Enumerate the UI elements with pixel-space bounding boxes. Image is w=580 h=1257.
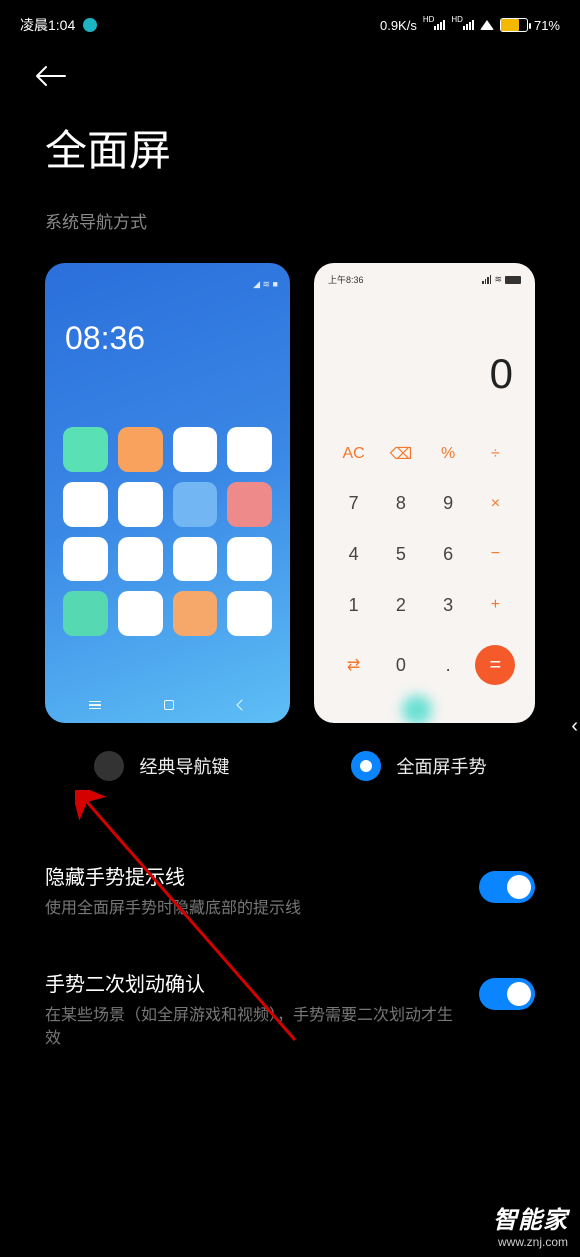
setting-confirm-title: 手势二次划动确认 (45, 968, 459, 997)
app-icon (227, 591, 272, 636)
calc-plus: + (472, 587, 519, 624)
watermark: 智能家 www.znj.com (493, 1200, 568, 1249)
toggle-hide-gesture-line[interactable] (479, 871, 535, 903)
calc-keypad: AC ⌫ % ÷ 7 8 9 × 4 5 6 − 1 2 3 + ⇄ 0 . = (314, 428, 535, 723)
settings-list: 隐藏手势提示线 使用全面屏手势时隐藏底部的提示线 手势二次划动确认 在某些场景（… (0, 821, 580, 1050)
back-arrow-icon (35, 65, 67, 87)
nav-options: 经典导航键 全面屏手势 (0, 723, 580, 821)
calc-divide: ÷ (472, 436, 519, 472)
calc-5: 5 (377, 536, 424, 573)
app-icon (63, 427, 108, 472)
app-icon (63, 537, 108, 582)
page-title: 全面屏 (0, 97, 580, 208)
wifi-icon (480, 20, 494, 30)
setting-confirm-desc: 在某些场景（如全屏游戏和视频），手势需要二次划动才生效 (45, 1005, 459, 1050)
calc-swap: ⇄ (330, 637, 377, 693)
calc-display: 0 (314, 290, 535, 428)
calc-1: 1 (330, 587, 377, 624)
network-speed: 0.9K/s (380, 18, 417, 33)
status-time: 凌晨1:04 (20, 15, 75, 35)
setting-hide-desc: 使用全面屏手势时隐藏底部的提示线 (45, 898, 459, 920)
toggle-gesture-confirm[interactable] (479, 978, 535, 1010)
option-fullscreen-gesture[interactable]: 全面屏手势 (302, 751, 535, 781)
watermark-url: www.znj.com (493, 1235, 568, 1249)
app-icon (173, 482, 218, 527)
edge-chevron-icon: ‹ (571, 715, 578, 738)
calc-percent: % (425, 436, 472, 472)
back-button[interactable] (0, 45, 87, 97)
status-left: 凌晨1:04 (20, 15, 97, 35)
calc-multiply: × (472, 486, 519, 523)
signal-1-icon: HD (423, 20, 446, 30)
preview-home-statusbar: ◢ ≋ ■ (57, 278, 278, 290)
radio-unselected-icon (94, 751, 124, 781)
status-dot-icon (83, 18, 97, 32)
calc-minus: − (472, 536, 519, 573)
preview-fullscreen-gesture[interactable]: 上午8:36 ≋ 0 AC ⌫ % ÷ 7 8 9 × 4 5 6 − 1 2 … (314, 263, 535, 723)
app-icon (118, 591, 163, 636)
option-classic-nav[interactable]: 经典导航键 (45, 751, 278, 781)
setting-hide-gesture-line: 隐藏手势提示线 使用全面屏手势时隐藏底部的提示线 (45, 861, 535, 920)
calc-8: 8 (377, 486, 424, 523)
signal-2-icon: HD (451, 20, 474, 30)
calc-6: 6 (425, 536, 472, 573)
section-label: 系统导航方式 (0, 208, 580, 263)
setting-hide-title: 隐藏手势提示线 (45, 861, 459, 890)
calc-equals: = (475, 645, 515, 685)
calc-0: 0 (377, 637, 424, 693)
calc-4: 4 (330, 536, 377, 573)
battery-percent: 71% (534, 18, 560, 33)
calc-delete: ⌫ (377, 436, 424, 472)
app-icon (118, 427, 163, 472)
calc-9: 9 (425, 486, 472, 523)
calc-ac: AC (330, 436, 377, 472)
app-icon (63, 482, 108, 527)
app-icon (173, 537, 218, 582)
calc-3: 3 (425, 587, 472, 624)
calc-2: 2 (377, 587, 424, 624)
preview-home-time: 08:36 (65, 320, 278, 357)
setting-gesture-confirm: 手势二次划动确认 在某些场景（如全屏游戏和视频），手势需要二次划动才生效 (45, 968, 535, 1050)
preview-calc-statusbar: 上午8:36 ≋ (314, 263, 535, 290)
nav-home-icon (164, 700, 174, 710)
preview-home-grid (57, 427, 278, 636)
app-icon (227, 427, 272, 472)
app-icon (118, 537, 163, 582)
nav-back-icon (236, 699, 247, 710)
nav-menu-icon (89, 701, 101, 710)
app-icon (63, 591, 108, 636)
gesture-glow-icon (402, 695, 432, 723)
option-classic-label: 经典导航键 (140, 753, 230, 779)
app-icon (118, 482, 163, 527)
calc-7: 7 (330, 486, 377, 523)
preview-home-navbar (57, 693, 278, 723)
radio-selected-icon (351, 751, 381, 781)
preview-row: ◢ ≋ ■ 08:36 上午8:36 ≋ 0 AC ⌫ % ÷ 7 8 9 (0, 263, 580, 723)
app-icon (173, 591, 218, 636)
app-icon (227, 537, 272, 582)
app-icon (227, 482, 272, 527)
preview-classic-nav[interactable]: ◢ ≋ ■ 08:36 (45, 263, 290, 723)
status-bar: 凌晨1:04 0.9K/s HD HD 71% (0, 0, 580, 45)
status-right: 0.9K/s HD HD 71% (380, 18, 560, 33)
app-icon (173, 427, 218, 472)
watermark-brand: 智能家 (493, 1200, 568, 1235)
option-fullscreen-label: 全面屏手势 (397, 753, 487, 779)
calc-dot: . (425, 637, 472, 693)
battery-icon (500, 18, 528, 32)
